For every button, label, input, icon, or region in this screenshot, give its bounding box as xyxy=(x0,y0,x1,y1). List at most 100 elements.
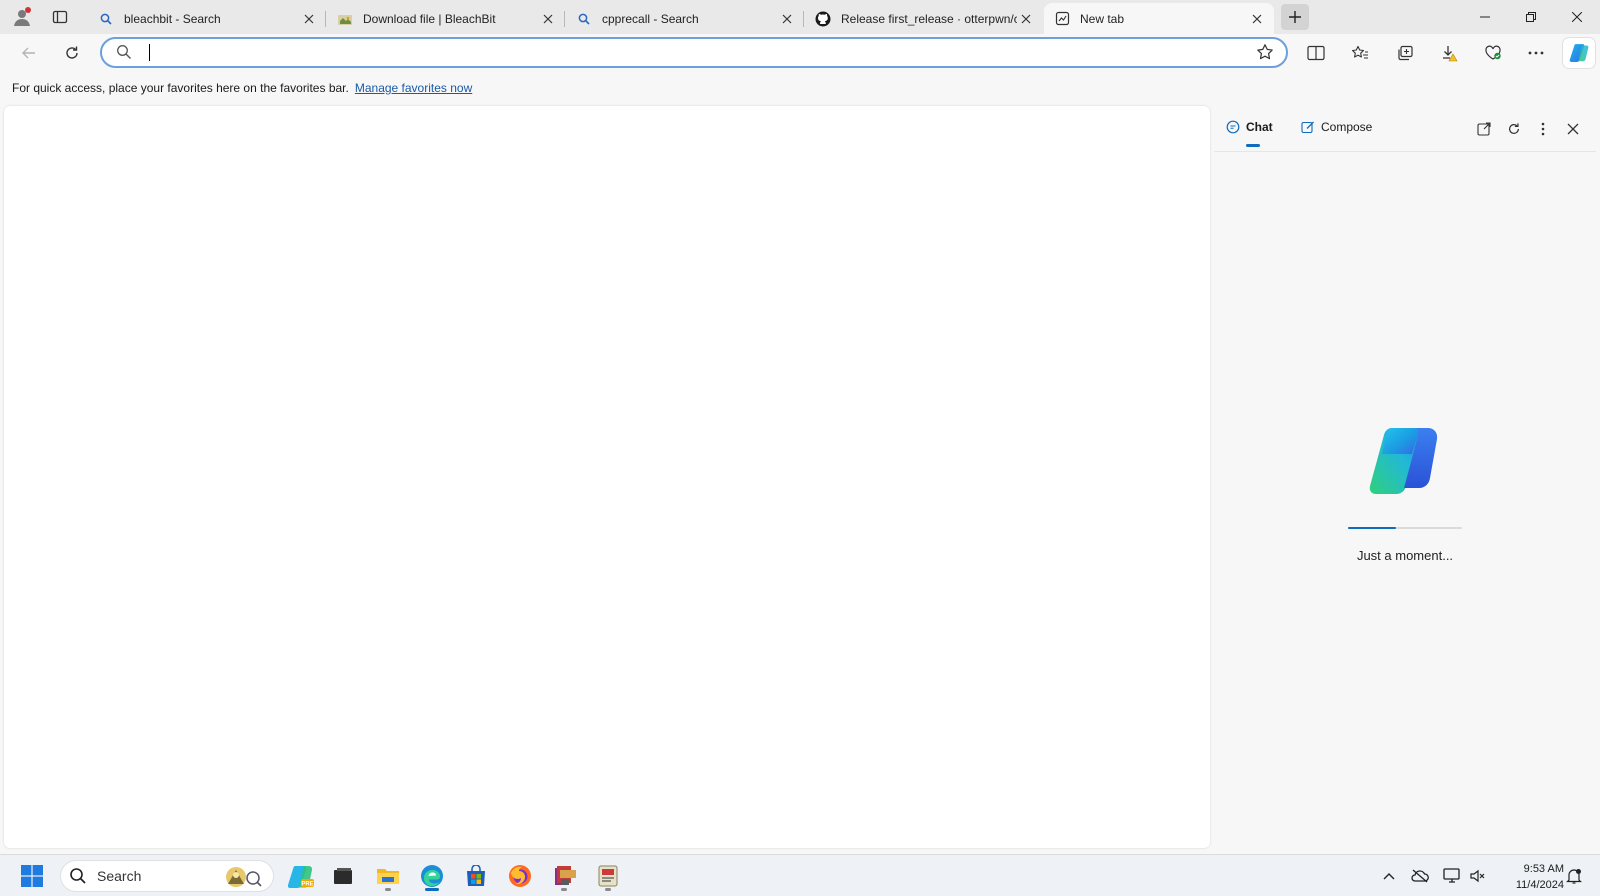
downloads-button[interactable] xyxy=(1434,39,1464,67)
tab-title: New tab xyxy=(1080,11,1125,26)
close-tab-icon[interactable] xyxy=(778,10,796,28)
favorite-star-icon[interactable] xyxy=(1256,43,1274,64)
minimize-icon xyxy=(1480,16,1490,18)
open-in-new-window-button[interactable] xyxy=(1473,118,1495,140)
sidebar-refresh-button[interactable] xyxy=(1503,118,1525,140)
running-indicator xyxy=(605,888,611,891)
tab-bleachbit-search[interactable]: bleachbit - Search xyxy=(88,3,326,34)
refresh-icon xyxy=(66,46,78,59)
collections-button[interactable] xyxy=(1390,39,1420,67)
archive-app-icon xyxy=(555,866,576,885)
taskbar-clock[interactable]: 9:53 AM 11/4/2024 xyxy=(1492,861,1564,893)
close-icon xyxy=(1572,12,1582,22)
taskbar-copilot-app[interactable]: PRE xyxy=(285,860,317,892)
sidebar-header: Chat Compose xyxy=(1214,106,1596,152)
taskbar-bleachbit-app[interactable] xyxy=(592,860,624,892)
new-tab-icon xyxy=(1054,11,1070,27)
favorites-button[interactable] xyxy=(1345,39,1375,67)
github-icon xyxy=(815,11,831,27)
back-arrow-icon xyxy=(22,47,35,59)
vertical-tabs-icon xyxy=(52,10,68,24)
close-icon xyxy=(1567,123,1579,135)
tab-new-tab[interactable]: New tab xyxy=(1044,3,1274,34)
navigation-toolbar xyxy=(0,34,1600,72)
windows-logo-icon xyxy=(21,865,43,887)
active-running-indicator xyxy=(425,888,439,891)
loading-progress-fill xyxy=(1348,527,1396,529)
refresh-button[interactable] xyxy=(57,39,87,67)
taskbar-task-view[interactable] xyxy=(327,860,359,892)
close-window-button[interactable] xyxy=(1554,0,1600,34)
volume-tray[interactable] xyxy=(1468,867,1486,885)
tab-chat[interactable]: Chat xyxy=(1226,120,1273,147)
address-bar[interactable] xyxy=(100,37,1288,68)
taskbar-microsoft-store[interactable] xyxy=(460,860,492,892)
close-tab-icon[interactable] xyxy=(300,10,318,28)
taskbar-edge[interactable] xyxy=(416,860,448,892)
tab-actions-button[interactable] xyxy=(46,4,74,30)
svg-text:PRE: PRE xyxy=(301,882,313,888)
bleachbit-favicon xyxy=(337,11,353,27)
taskbar-search-label: Search xyxy=(97,868,142,884)
settings-more-button[interactable] xyxy=(1521,39,1551,67)
tab-title: bleachbit - Search xyxy=(124,11,221,26)
tab-download-bleachbit[interactable]: Download file | BleachBit xyxy=(327,3,565,34)
search-icon xyxy=(116,44,132,63)
address-input[interactable] xyxy=(148,43,1228,63)
taskbar-winrar-app[interactable] xyxy=(548,860,580,892)
favorites-bar-message: For quick access, place your favorites h… xyxy=(12,81,349,95)
open-external-icon xyxy=(1477,122,1491,136)
minimize-button[interactable] xyxy=(1462,0,1508,34)
cloud-offline-icon xyxy=(1411,869,1429,883)
loading-message: Just a moment... xyxy=(1356,548,1454,563)
new-tab-button[interactable] xyxy=(1281,4,1309,30)
browser-essentials-button[interactable] xyxy=(1478,39,1508,67)
network-tray[interactable] xyxy=(1443,867,1461,885)
loading-progress-bar xyxy=(1348,527,1462,529)
tab-title: Release first_release · otterpwn/cp xyxy=(841,11,1017,26)
manage-favorites-link[interactable]: Manage favorites now xyxy=(355,81,472,95)
page-content-area[interactable] xyxy=(4,106,1210,848)
taskbar-firefox[interactable] xyxy=(504,860,536,892)
copilot-loading-logo xyxy=(1347,426,1463,496)
back-button[interactable] xyxy=(14,39,44,67)
heart-shield-icon xyxy=(1485,45,1501,60)
notifications-button[interactable] xyxy=(1565,867,1583,885)
copilot-icon xyxy=(1569,44,1589,62)
split-screen-icon xyxy=(1307,45,1325,61)
tab-compose[interactable]: Compose xyxy=(1301,120,1372,134)
tab-github-release[interactable]: Release first_release · otterpwn/cp xyxy=(805,3,1043,34)
onedrive-tray[interactable] xyxy=(1411,867,1429,885)
windows-taskbar: Search PRE 9:53 AM 11/4/2024 xyxy=(0,854,1600,896)
task-view-icon xyxy=(334,868,352,884)
search-icon xyxy=(576,11,592,27)
split-screen-button[interactable] xyxy=(1301,39,1331,67)
tab-title: cpprecall - Search xyxy=(602,11,699,26)
sidebar-more-button[interactable] xyxy=(1532,118,1554,140)
tab-cpprecall-search[interactable]: cpprecall - Search xyxy=(566,3,804,34)
copilot-pre-icon: PRE xyxy=(288,866,314,888)
firefox-icon xyxy=(509,865,531,887)
compose-icon xyxy=(1301,120,1315,134)
taskbar-search-box[interactable]: Search xyxy=(60,860,274,892)
edge-icon xyxy=(421,865,443,887)
close-tab-icon[interactable] xyxy=(1017,10,1035,28)
notification-bell-icon xyxy=(1566,869,1582,884)
start-button[interactable] xyxy=(16,860,48,892)
downloads-warning-icon xyxy=(1443,46,1458,62)
profile-icon xyxy=(14,7,31,26)
collections-icon xyxy=(1398,45,1413,61)
taskbar-file-explorer[interactable] xyxy=(372,860,404,892)
restore-button[interactable] xyxy=(1508,0,1554,34)
close-tab-icon[interactable] xyxy=(539,10,557,28)
tab-chat-label: Chat xyxy=(1246,120,1273,134)
chat-icon xyxy=(1226,120,1240,134)
speaker-muted-icon xyxy=(1470,869,1485,883)
plus-icon xyxy=(1289,11,1301,23)
profile-button[interactable] xyxy=(8,4,36,30)
close-tab-icon[interactable] xyxy=(1248,10,1266,28)
bleachbit-app-icon xyxy=(598,865,618,887)
sidebar-close-button[interactable] xyxy=(1562,118,1584,140)
copilot-button[interactable] xyxy=(1563,38,1595,68)
show-hidden-icons-button[interactable] xyxy=(1380,867,1398,885)
